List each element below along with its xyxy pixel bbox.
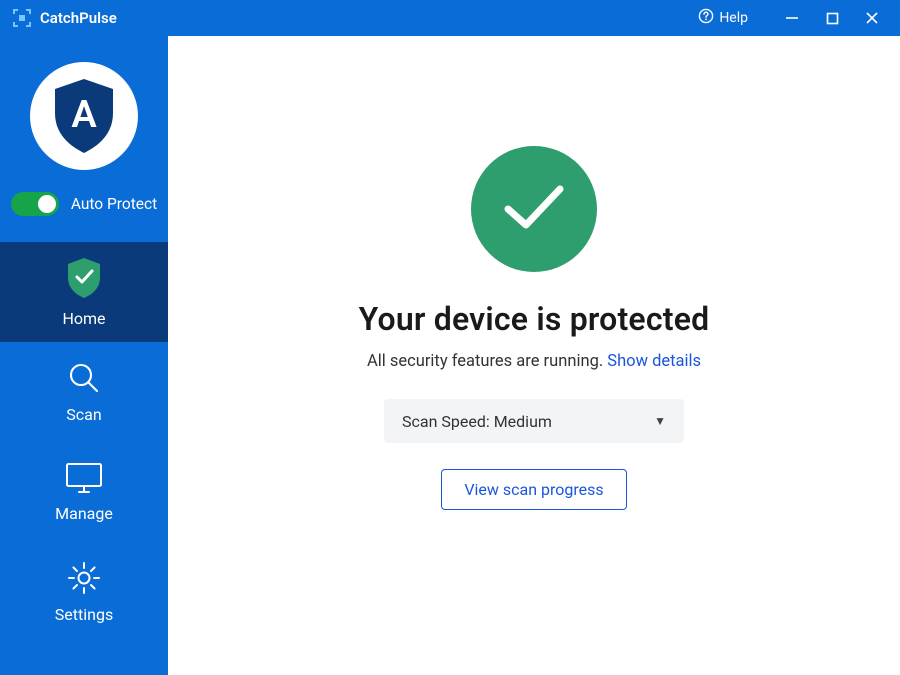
gear-icon (67, 561, 101, 595)
auto-protect-label: Auto Protect (71, 195, 157, 213)
avatar: A (30, 62, 138, 170)
brand-logo-icon (12, 8, 32, 28)
sidebar-item-scan[interactable]: Scan (0, 342, 168, 442)
sidebar-item-settings[interactable]: Settings (0, 542, 168, 642)
show-details-link[interactable]: Show details (607, 352, 701, 371)
window-close-button[interactable] (852, 0, 892, 36)
chevron-down-icon: ▼ (654, 414, 666, 428)
auto-protect-toggle[interactable] (11, 192, 59, 216)
protection-status-headline: Your device is protected (359, 300, 710, 338)
help-button[interactable]: Help (698, 8, 748, 28)
sidebar-item-home[interactable]: Home (0, 242, 168, 342)
toggle-knob (38, 195, 56, 213)
auto-protect-row: Auto Protect (11, 192, 157, 216)
avatar-shield-icon: A (51, 77, 117, 155)
checkmark-icon (500, 181, 568, 237)
protection-status-badge (471, 146, 597, 272)
help-icon (698, 8, 714, 28)
sidebar-item-label: Manage (55, 504, 113, 523)
help-label: Help (719, 10, 748, 26)
minimize-icon (785, 11, 799, 25)
sidebar: A Auto Protect (0, 36, 168, 675)
sidebar-item-label: Settings (55, 605, 113, 624)
app-window: CatchPulse Help (0, 0, 900, 675)
shield-check-icon (66, 257, 102, 299)
close-icon (865, 11, 879, 25)
scan-speed-label: Scan Speed: Medium (402, 412, 552, 431)
scan-speed-dropdown[interactable]: Scan Speed: Medium ▼ (384, 399, 684, 443)
titlebar: CatchPulse Help (0, 0, 900, 36)
sidebar-nav: Home Scan (0, 242, 168, 642)
window-maximize-button[interactable] (812, 0, 852, 36)
product-name: CatchPulse (40, 9, 117, 27)
subline-text: All security features are running. (367, 352, 607, 371)
brand: CatchPulse (12, 8, 117, 28)
sidebar-item-label: Scan (66, 405, 101, 424)
protection-status-subline: All security features are running. Show … (367, 352, 701, 371)
search-icon (67, 361, 101, 395)
main-content: Your device is protected All security fe… (168, 36, 900, 675)
maximize-icon (826, 12, 839, 25)
avatar-letter: A (71, 93, 97, 137)
window-minimize-button[interactable] (772, 0, 812, 36)
view-scan-progress-button[interactable]: View scan progress (441, 469, 626, 510)
sidebar-item-manage[interactable]: Manage (0, 442, 168, 542)
monitor-icon (65, 462, 103, 494)
sidebar-item-label: Home (62, 309, 105, 328)
